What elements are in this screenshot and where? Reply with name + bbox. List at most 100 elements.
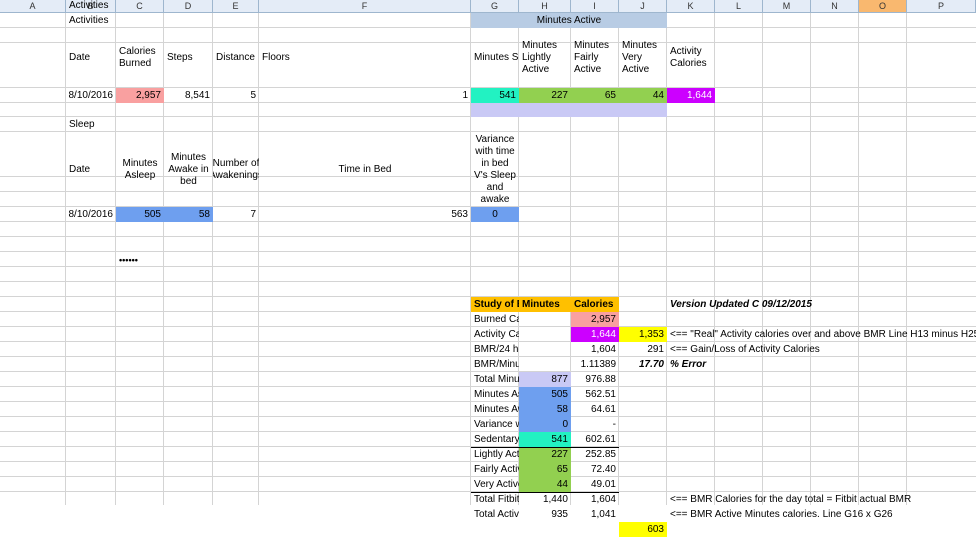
study-row-minutes[interactable]: 505	[519, 387, 571, 402]
minutes-active-header[interactable]: Minutes Active	[471, 13, 667, 28]
study-row-calories[interactable]: -	[571, 417, 619, 432]
study-row-label[interactable]: Total Active Minutes = G25 minus sleep m…	[471, 507, 519, 522]
sleep-header-time-in-bed[interactable]: Time in Bed	[259, 132, 471, 207]
study-row-calories[interactable]: 72.40	[571, 462, 619, 477]
column-header-n[interactable]: N	[811, 0, 859, 13]
sleep-awakenings[interactable]: 7	[213, 207, 259, 222]
study-row-calories[interactable]: 1.11389	[571, 357, 619, 372]
column-header-c[interactable]: C	[116, 0, 164, 13]
study-calories-header[interactable]: Calories	[571, 297, 619, 312]
column-header-m[interactable]: M	[763, 0, 811, 13]
sleep-header-minutes-asleep[interactable]: Minutes Asleep	[116, 132, 164, 207]
study-row-minutes[interactable]: 0	[519, 417, 571, 432]
sleep-minutes-asleep[interactable]: 505	[116, 207, 164, 222]
sleep-header-date[interactable]: Date	[66, 132, 116, 207]
study-title[interactable]: Study of Elapsed Calories	[471, 297, 519, 312]
column-header-a[interactable]: A	[0, 0, 66, 13]
study-row-minutes[interactable]: 935	[519, 507, 571, 522]
study-row-label[interactable]: Lightly Active Minutes	[471, 447, 519, 462]
study-row-minutes[interactable]	[519, 357, 571, 372]
study-row-calories[interactable]: 602.61	[571, 432, 619, 447]
study-row-note[interactable]: <== Gain/Loss of Activity Calories	[667, 342, 976, 357]
study-row-label[interactable]: Minutes Awake in bed	[471, 402, 519, 417]
study-version[interactable]: Version Updated C 09/12/2015	[667, 297, 859, 312]
study-row-calories[interactable]: 1,604	[571, 342, 619, 357]
study-row-note[interactable]: <== "Real" Activity calories over and ab…	[667, 327, 976, 342]
study-row-note[interactable]: <== BMR Active Minutes calories. Line G1…	[667, 507, 976, 522]
sleep-minutes-awake[interactable]: 58	[164, 207, 213, 222]
activity-calories-burned[interactable]: 2,957	[116, 88, 164, 103]
column-header-o[interactable]: O	[859, 0, 907, 13]
activity-calories[interactable]: 1,644	[667, 88, 715, 103]
activity-lightly-active[interactable]: 227	[519, 88, 571, 103]
study-row-label[interactable]: Variance with time in bed V's Sleep and …	[471, 417, 519, 432]
column-header-f[interactable]: F	[259, 0, 471, 13]
study-row-minutes[interactable]	[519, 342, 571, 357]
study-row-calories[interactable]: 976.88	[571, 372, 619, 387]
sleep-header-minutes-awake[interactable]: Minutes Awake in bed	[164, 132, 213, 207]
header-lightly-active[interactable]: Minutes Lightly Active	[519, 28, 571, 88]
header-calories-burned[interactable]: Calories Burned	[116, 28, 164, 88]
header-fairly-active[interactable]: Minutes Fairly Active	[571, 28, 619, 88]
study-row-label[interactable]: Burned Calories	[471, 312, 519, 327]
activity-steps[interactable]: 8,541	[164, 88, 213, 103]
activities-title-cut-off[interactable]: Activities	[66, 0, 116, 12]
column-header-k[interactable]: K	[667, 0, 715, 13]
study-row-label[interactable]: Sedentary Minutes	[471, 432, 519, 447]
study-row-minutes[interactable]	[519, 312, 571, 327]
study-row-minutes[interactable]: 44	[519, 477, 571, 492]
activities-title[interactable]: Activities	[66, 13, 116, 28]
column-header-d[interactable]: D	[164, 0, 213, 13]
study-row-calories[interactable]: 2,957	[571, 312, 619, 327]
lavender-band[interactable]	[471, 103, 667, 117]
study-row-label[interactable]: Total Minutes Active without awake bed t…	[471, 372, 519, 387]
study-row-calories[interactable]: 1,644	[571, 327, 619, 342]
ellipsis-marker[interactable]: ••••••	[116, 252, 164, 267]
sleep-header-awakenings[interactable]: Number of Awakenings	[213, 132, 259, 207]
study-row-minutes[interactable]	[519, 327, 571, 342]
activity-distance[interactable]: 5	[213, 88, 259, 103]
column-header-e[interactable]: E	[213, 0, 259, 13]
activity-date[interactable]: 8/10/2016	[66, 88, 116, 103]
spreadsheet-grid[interactable]: A B C D E F G H I J K L M N O P Activities Minutes Active…	[0, 0, 976, 537]
sleep-time-in-bed[interactable]: 563	[259, 207, 471, 222]
header-date[interactable]: Date	[66, 28, 116, 88]
study-minutes-header[interactable]: Minutes	[519, 297, 571, 312]
header-activity-calories[interactable]: Activity Calories	[667, 28, 715, 88]
study-row-note[interactable]: % Error	[667, 357, 976, 372]
sleep-title[interactable]: Sleep	[66, 117, 116, 132]
study-row-calories[interactable]: 49.01	[571, 477, 619, 492]
column-header-j[interactable]: J	[619, 0, 667, 13]
study-row-calories[interactable]: 252.85	[571, 447, 619, 462]
column-header-l[interactable]: L	[715, 0, 763, 13]
column-header-p[interactable]: P	[907, 0, 976, 13]
study-bottom-value[interactable]: 603	[619, 522, 667, 537]
study-row-label[interactable]: BMR/Minute = BMR/1440	[471, 357, 519, 372]
study-row-calories[interactable]: 64.61	[571, 402, 619, 417]
sleep-header-variance[interactable]: Variance with time in bed V's Sleep and …	[471, 132, 519, 207]
study-row-label[interactable]: Fairly Active Minutes	[471, 462, 519, 477]
activity-minutes-sedentary[interactable]: 541	[471, 88, 519, 103]
study-row-calories[interactable]: 1,041	[571, 507, 619, 522]
study-row-extra[interactable]: 17.70	[619, 357, 667, 372]
activity-very-active[interactable]: 44	[619, 88, 667, 103]
column-header-i[interactable]: I	[571, 0, 619, 13]
study-row-minutes[interactable]: 65	[519, 462, 571, 477]
column-header-g[interactable]: G	[471, 0, 519, 13]
study-row-minutes[interactable]: 877	[519, 372, 571, 387]
study-row-extra[interactable]: 1,353	[619, 327, 667, 342]
sleep-date[interactable]: 8/10/2016	[66, 207, 116, 222]
study-row-label[interactable]: Very Active Minutes	[471, 477, 519, 492]
column-header-h[interactable]: H	[519, 0, 571, 13]
study-row-label[interactable]: Minutes Asleep	[471, 387, 519, 402]
sleep-variance[interactable]: 0	[471, 207, 519, 222]
header-floors[interactable]: Floors	[259, 28, 471, 88]
header-steps[interactable]: Steps	[164, 28, 213, 88]
study-row-minutes[interactable]: 227	[519, 447, 571, 462]
activity-fairly-active[interactable]: 65	[571, 88, 619, 103]
study-row-label[interactable]: BMR/24 hours from Fitbit data	[471, 342, 519, 357]
study-row-label[interactable]: Activity Calories	[471, 327, 519, 342]
study-row-minutes[interactable]: 58	[519, 402, 571, 417]
header-minutes-sedentary[interactable]: Minutes Sedentary	[471, 28, 519, 88]
header-distance[interactable]: Distance	[213, 28, 259, 88]
